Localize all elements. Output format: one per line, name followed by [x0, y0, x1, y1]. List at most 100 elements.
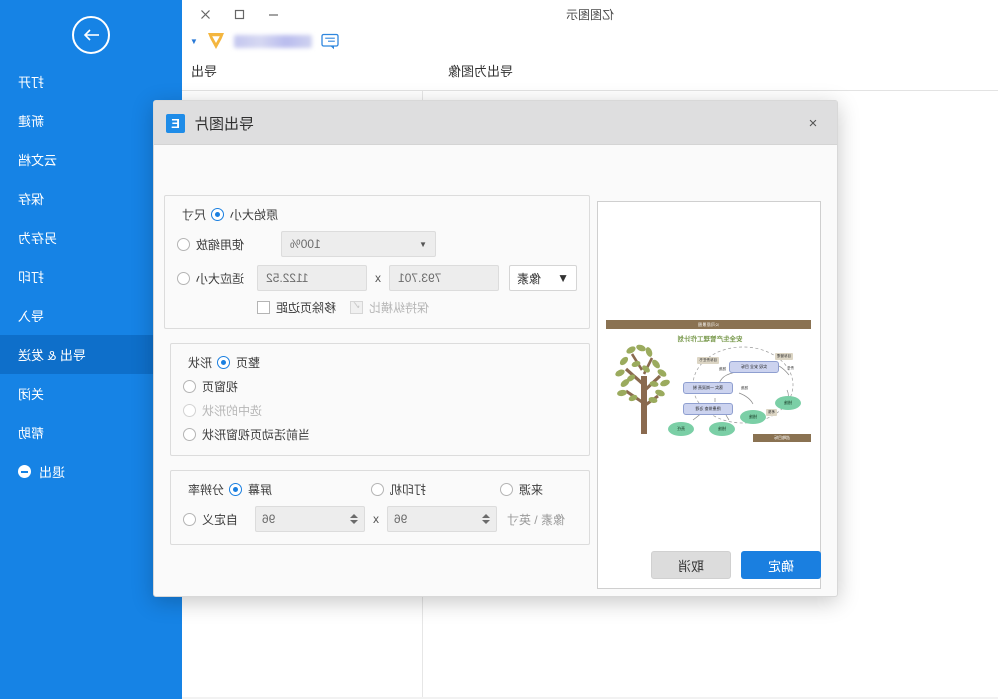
feedback-icon[interactable] [320, 31, 340, 51]
keep-aspect-ratio-checkbox: 保持纵横比 [350, 299, 429, 316]
thumbnail-label: 目标责任书 [697, 357, 719, 364]
radio-label: 整页 [236, 356, 261, 370]
vip-badge-icon [206, 30, 226, 52]
dpi-y-value: 96 [394, 512, 408, 526]
radio-use-scale[interactable]: 使用缩放 [177, 236, 257, 253]
chevron-down-icon: ▼ [419, 239, 427, 249]
dpi-unit-label: 像素 \ 英寸 [507, 512, 566, 527]
shape-group-legend: 形状 [188, 356, 213, 370]
export-options: 尺寸 原始大小 使用缩放 100% ▼ 适应大小 1122.52 x 793.7… [164, 195, 590, 559]
dpi-x-input[interactable]: 96 [255, 506, 365, 532]
radio-label: 原始大小 [230, 208, 279, 222]
checkbox-box [257, 301, 270, 314]
height-input[interactable]: 793.701 [389, 265, 499, 291]
radio-mark [183, 380, 196, 393]
spinner-arrows-icon[interactable] [482, 514, 490, 524]
export-as-image-label[interactable]: 导出为图像 [448, 61, 513, 80]
radio-mark [177, 271, 190, 285]
radio-label: 自定义 [202, 512, 239, 527]
dpi-y-input[interactable]: 96 [387, 506, 497, 532]
diagram-thumbnail: 公司愿景图 战略目标 安全生产管理工作计划 实现 安全 目标 落实 一岗双责 制… [606, 320, 811, 442]
radio-mark [183, 512, 196, 526]
chevron-down-icon: ▼ [557, 271, 569, 285]
sidebar-item-label: 退出 [39, 465, 66, 480]
checkbox-box [350, 301, 364, 314]
checkbox-label: 保持纵横比 [369, 301, 430, 315]
radio-mark [371, 483, 385, 496]
radio-custom[interactable]: 自定义 [183, 511, 255, 528]
sidebar-item-label: 打开 [18, 75, 45, 90]
radio-label: 来源 [519, 483, 544, 497]
scale-select[interactable]: 100% ▼ [281, 231, 436, 257]
sidebar-item-label: 帮助 [18, 426, 45, 441]
close-icon[interactable] [192, 2, 220, 26]
remove-margin-checkbox[interactable]: 移除页边距 [257, 299, 336, 316]
cancel-button[interactable]: 取消 [651, 551, 731, 579]
dialog-title: 导出图片 [194, 115, 255, 133]
checkbox-label: 移除页边距 [276, 301, 337, 315]
resolution-group-legend: 分辨率 [188, 483, 225, 497]
radio-label: 视窗页 [202, 380, 239, 394]
arrow-right-icon [72, 16, 110, 54]
app-window: 亿图图示 ▼ 导出为图像 导出 打开 新建 云文档 保存 另存为 打印 导入 导… [0, 0, 998, 699]
sidebar-item-label: 关闭 [18, 387, 45, 402]
height-value: 793.701 [398, 271, 442, 285]
dialog-body: 公司愿景图 战略目标 安全生产管理工作计划 实现 安全 目标 落实 一岗双责 制… [154, 145, 837, 597]
radio-original-size[interactable]: 原始大小 [211, 206, 278, 223]
radio-mark [211, 208, 225, 221]
radio-active-page-viewport-shape[interactable]: 当前活动页视窗形状 [183, 426, 310, 443]
width-input[interactable]: 1122.52 [257, 265, 367, 291]
chevron-down-icon[interactable]: ▼ [190, 37, 198, 46]
dialog-buttons: 取消 确定 [651, 551, 821, 579]
sidebar-item-label: 另存为 [18, 231, 58, 246]
thumbnail-label: 措施 [741, 386, 748, 390]
size-group-legend: 尺寸 [182, 208, 207, 222]
minimize-icon[interactable] [260, 2, 288, 26]
thumbnail-label: 目标管理 [775, 353, 793, 360]
thumbnail-oval: 措施 [709, 422, 735, 436]
radio-mark [500, 483, 514, 496]
sidebar-item-label: 打印 [18, 270, 45, 285]
radio-label: 当前活动页视窗形状 [202, 428, 311, 442]
radio-selected-shape: 选中的形状 [183, 402, 262, 419]
spinner-arrows-icon[interactable] [350, 514, 358, 524]
back-button[interactable] [0, 16, 182, 54]
sidebar-item-label: 导出 & 发送 [18, 348, 86, 363]
dimension-separator: x [375, 271, 381, 285]
radio-printer[interactable]: 打印机 [371, 481, 426, 498]
radio-mark [183, 428, 196, 441]
exit-icon [18, 465, 31, 478]
radio-label: 选中的形状 [202, 404, 263, 418]
radio-viewport-page[interactable]: 视窗页 [183, 378, 238, 395]
tree-illustration [615, 344, 670, 434]
export-label[interactable]: 导出 [191, 61, 217, 80]
window-title: 亿图图示 [566, 8, 615, 22]
preview-pane: 公司愿景图 战略目标 安全生产管理工作计划 实现 安全 目标 落实 一岗双责 制… [597, 201, 821, 589]
sidebar-item-label: 云文档 [18, 153, 58, 168]
thumbnail-oval: 措施 [740, 410, 766, 424]
title-bar: 亿图图示 [182, 0, 998, 28]
scale-value: 100% [290, 237, 321, 251]
radio-mark [177, 237, 190, 251]
radio-mark [183, 404, 196, 417]
sidebar-item-label: 导入 [18, 309, 45, 324]
radio-screen[interactable]: 屏幕 [229, 481, 301, 498]
export-toolbar: 导出为图像 导出 [182, 56, 998, 90]
thumbnail-label: 措施 [719, 367, 726, 371]
radio-source[interactable]: 来源 [500, 481, 543, 498]
ok-button[interactable]: 确定 [741, 551, 821, 579]
radio-label: 屏幕 [248, 483, 273, 497]
dialog-close-icon[interactable]: × [803, 113, 823, 133]
sidebar-item-open[interactable]: 打开 [0, 62, 182, 101]
maximize-icon[interactable] [226, 2, 254, 26]
radio-label: 使用缩放 [196, 237, 245, 252]
sidebar-item-label: 保存 [18, 192, 45, 207]
width-value: 1122.52 [266, 271, 309, 285]
radio-whole-page[interactable]: 整页 [217, 354, 260, 371]
radio-fit-size[interactable]: 适应大小 [177, 270, 257, 287]
thumbnail-label: 考核 [766, 409, 777, 416]
unit-select[interactable]: 像素 ▼ [509, 265, 577, 291]
radio-mark [229, 483, 243, 496]
size-group: 尺寸 原始大小 使用缩放 100% ▼ 适应大小 1122.52 x 793.7… [164, 195, 590, 329]
shape-group: 形状 整页 视窗页 选中的形状 当前活动页视窗形状 [170, 343, 590, 456]
